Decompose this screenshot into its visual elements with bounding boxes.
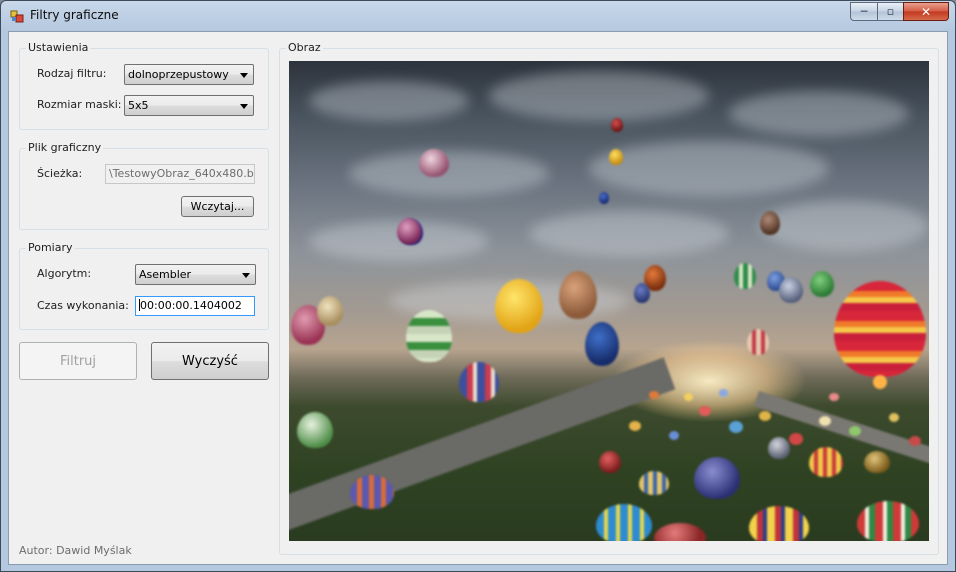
clear-button[interactable]: Wyczyść — [151, 342, 269, 380]
path-label: Ścieżka: — [37, 167, 83, 180]
settings-group-title: Ustawienia — [26, 41, 91, 54]
minimize-button[interactable]: ─ — [850, 2, 877, 21]
file-group-title: Plik graficzny — [26, 141, 104, 154]
chevron-down-icon — [242, 273, 250, 278]
caption-buttons: ─ ▫ ✕ — [850, 2, 949, 21]
chevron-down-icon — [240, 104, 248, 109]
app-icon — [10, 10, 24, 23]
close-icon: ✕ — [920, 4, 932, 19]
exec-time-value: 00:00:00.1404002 — [140, 299, 242, 312]
mask-size-label: Rozmiar maski: — [37, 98, 122, 111]
filter-type-select[interactable]: dolnoprzepustowy — [124, 64, 254, 85]
path-field[interactable]: \TestowyObraz_640x480.bmp — [105, 164, 255, 184]
file-group: Plik graficzny Ścieżka: \TestowyObraz_64… — [19, 141, 269, 230]
maximize-button[interactable]: ▫ — [877, 2, 903, 21]
exec-time-field[interactable]: 00:00:00.1404002 — [135, 296, 255, 316]
measurements-group-title: Pomiary — [26, 241, 75, 254]
mask-size-select[interactable]: 5x5 — [124, 95, 254, 116]
chevron-down-icon — [240, 73, 248, 78]
exec-time-label: Czas wykonania: — [37, 299, 129, 312]
close-button[interactable]: ✕ — [903, 2, 949, 21]
minimize-icon: ─ — [860, 5, 868, 18]
filter-type-value: dolnoprzepustowy — [128, 68, 229, 81]
main-window: Filtry graficzne ─ ▫ ✕ Ustawienia Rodzaj… — [0, 0, 956, 572]
algorithm-label: Algorytm: — [37, 267, 92, 280]
image-preview — [289, 61, 929, 541]
load-button[interactable]: Wczytaj... — [181, 196, 254, 217]
filter-button[interactable]: Filtruj — [19, 342, 137, 380]
filter-type-label: Rodzaj filtru: — [37, 67, 107, 80]
algorithm-value: Asembler — [139, 268, 192, 281]
maximize-icon: ▫ — [886, 5, 895, 18]
title-bar[interactable]: Filtry graficzne ─ ▫ ✕ — [1, 1, 955, 31]
mask-size-value: 5x5 — [128, 99, 149, 112]
algorithm-select[interactable]: Asembler — [135, 264, 256, 285]
window-title: Filtry graficzne — [30, 8, 119, 22]
author-label: Autor: Dawid Myślak — [19, 544, 132, 557]
measurements-group: Pomiary Algorytm: Asembler Czas wykonani… — [19, 241, 269, 330]
settings-group: Ustawienia Rodzaj filtru: dolnoprzepusto… — [19, 41, 269, 130]
image-group-title: Obraz — [286, 41, 323, 54]
client-area: Ustawienia Rodzaj filtru: dolnoprzepusto… — [8, 31, 948, 565]
